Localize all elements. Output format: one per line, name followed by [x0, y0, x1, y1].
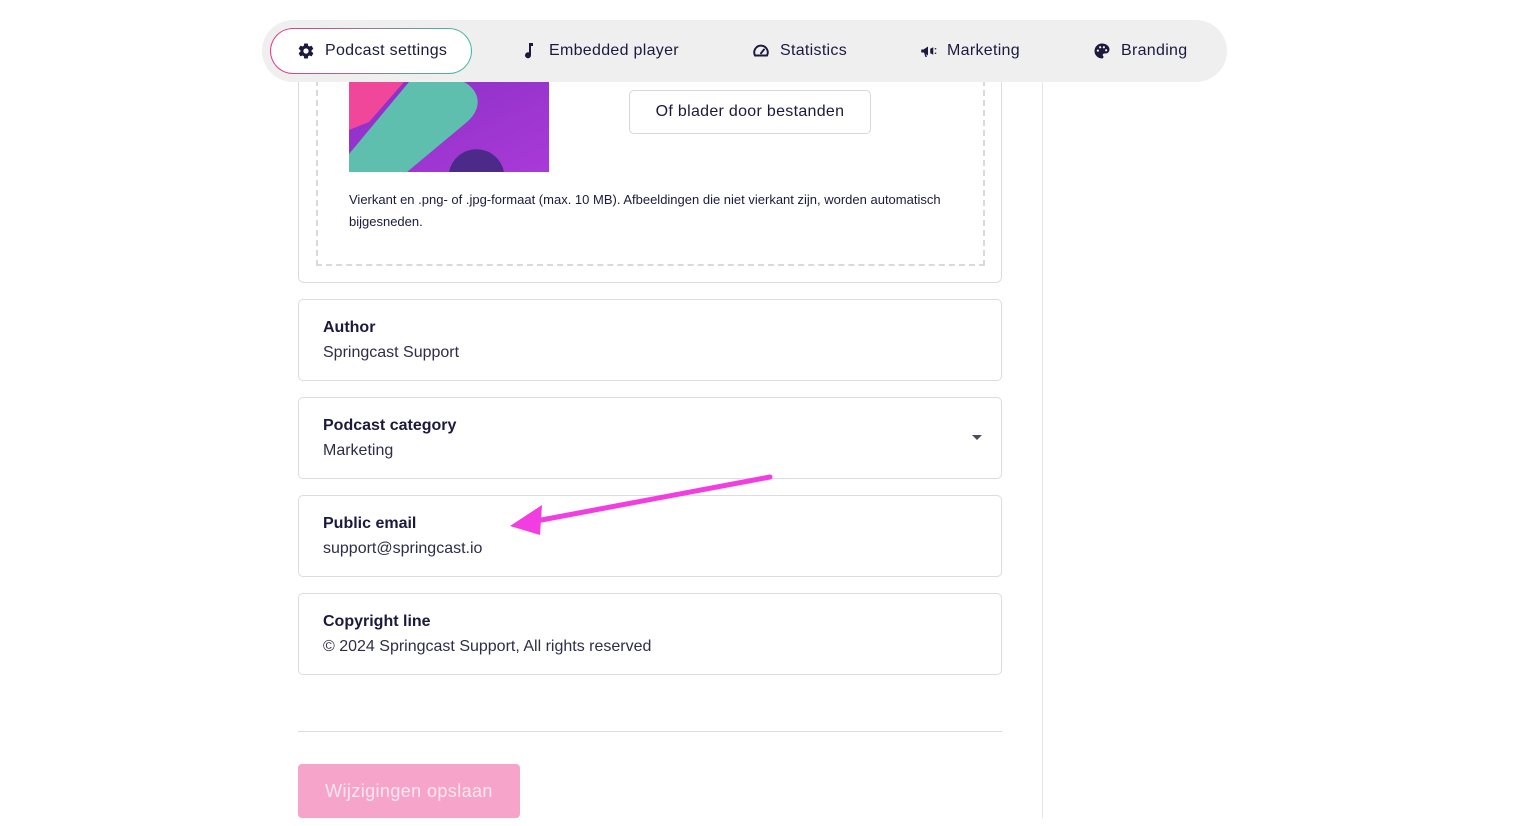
- tab-branding[interactable]: Branding: [1093, 28, 1187, 74]
- megaphone-icon: [919, 42, 937, 60]
- tab-marketing[interactable]: Marketing: [919, 28, 1020, 74]
- podcast-settings-page: Podcast settings Embedded player Statist…: [0, 0, 1522, 826]
- upload-help-text: Vierkant en .png- of .jpg-formaat (max. …: [349, 192, 941, 229]
- tab-embedded-player[interactable]: Embedded player: [521, 28, 679, 74]
- author-field[interactable]: Author Springcast Support: [298, 299, 1002, 381]
- copyright-label: Copyright line: [323, 613, 431, 630]
- tab-label: Branding: [1121, 42, 1188, 59]
- tab-podcast-settings[interactable]: Podcast settings: [270, 28, 472, 74]
- speedometer-icon: [752, 42, 770, 60]
- author-label: Author: [323, 319, 376, 336]
- browse-files-button[interactable]: Of blader door bestanden: [629, 90, 871, 134]
- category-label: Podcast category: [323, 417, 457, 434]
- tab-label: Embedded player: [549, 42, 679, 59]
- copyright-field[interactable]: Copyright line © 2024 Springcast Support…: [298, 593, 1002, 675]
- music-note-icon: [521, 42, 539, 60]
- author-input[interactable]: Springcast Support: [323, 344, 459, 362]
- tab-statistics[interactable]: Statistics: [752, 28, 847, 74]
- tab-label: Marketing: [947, 42, 1020, 59]
- chevron-down-icon: [972, 435, 982, 440]
- column-divider: [1042, 82, 1043, 818]
- cover-art-preview: [349, 82, 549, 172]
- tab-label: Podcast settings: [325, 42, 448, 59]
- tab-label: Statistics: [780, 42, 848, 59]
- email-input[interactable]: support@springcast.io: [323, 540, 482, 558]
- palette-icon: [1093, 42, 1111, 60]
- section-divider: [298, 731, 1002, 732]
- settings-tab-bar: Podcast settings Embedded player Statist…: [262, 20, 1227, 82]
- category-value: Marketing: [323, 442, 394, 459]
- save-changes-button[interactable]: Wijzigingen opslaan: [298, 764, 520, 818]
- copyright-input[interactable]: © 2024 Springcast Support, All rights re…: [323, 638, 651, 656]
- annotation-arrow-icon: [510, 474, 773, 535]
- email-label: Public email: [323, 515, 417, 532]
- gear-icon: [297, 42, 315, 60]
